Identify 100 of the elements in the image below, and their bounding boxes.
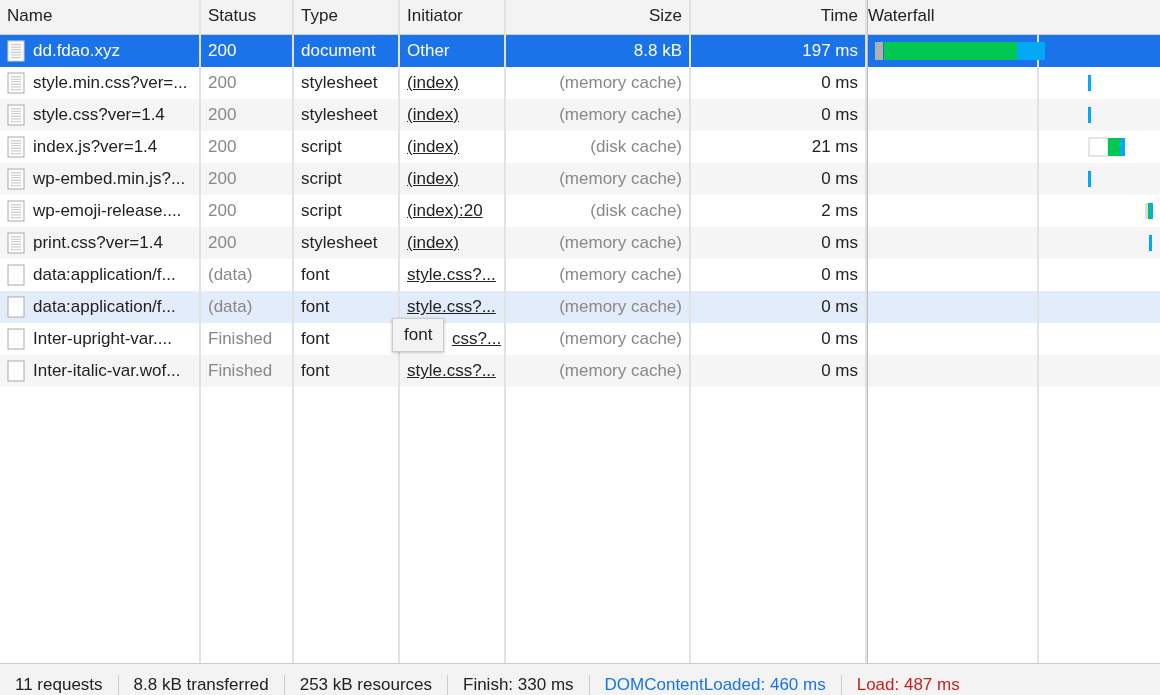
request-row[interactable]: Inter-italic-var.wof... Finished font style.css?... (memory cache) 0 ms [0, 355, 1160, 387]
type-text: stylesheet [301, 104, 378, 127]
column-header[interactable]: Size [648, 3, 682, 29]
status-text: (data) [208, 296, 253, 319]
size-text: (disk cache) [590, 136, 682, 159]
initiator-link[interactable]: (index) [407, 70, 459, 96]
column-header[interactable]: Status [208, 3, 257, 29]
initiator-link[interactable]: style.css?... [407, 358, 496, 384]
type-text: stylesheet [301, 232, 378, 255]
document-icon [7, 200, 25, 222]
type-text: font [301, 264, 330, 287]
initiator-link[interactable]: (index) [407, 166, 459, 192]
time-text: 0 ms [821, 232, 858, 255]
tooltip: font [392, 318, 445, 352]
size-text: (memory cache) [559, 168, 682, 191]
type-text: script [301, 200, 342, 223]
status-summary: 253 kB resources [284, 674, 448, 695]
status-text: 200 [208, 168, 237, 191]
time-text: 0 ms [821, 104, 858, 127]
request-row[interactable]: print.css?ver=1.4 200 stylesheet (index) (memory cache) 0 ms [0, 227, 1160, 259]
column-header[interactable]: Time [820, 3, 858, 29]
status-summary: 8.8 kB transferred [118, 674, 285, 695]
request-name: print.css?ver=1.4 [33, 232, 163, 255]
request-name: Inter-upright-var.... [33, 328, 172, 351]
initiator-link[interactable]: style.css?... [407, 294, 496, 320]
document-icon [7, 232, 25, 254]
time-text: 0 ms [821, 264, 858, 287]
status-text: Finished [208, 360, 273, 383]
size-text: (memory cache) [559, 72, 682, 95]
status-text: 200 [208, 40, 237, 63]
time-text: 0 ms [821, 360, 858, 383]
type-text: stylesheet [301, 72, 378, 95]
timing-bar [1149, 235, 1152, 251]
document-icon [7, 104, 25, 126]
size-text: (memory cache) [559, 232, 682, 255]
request-name: dd.fdao.xyz [33, 40, 120, 63]
type-text: script [301, 136, 342, 159]
request-name: data:application/f... [33, 296, 176, 319]
timing-bar [1088, 171, 1091, 187]
request-name: wp-embed.min.js?... [33, 168, 186, 191]
request-name: index.js?ver=1.4 [33, 136, 158, 159]
initiator-link[interactable]: (index):20 [407, 198, 483, 224]
status-text: 200 [208, 136, 237, 159]
status-text: 200 [208, 72, 237, 95]
request-row[interactable]: data:application/f... (data) font style.css?... (memory cache) 0 ms [0, 291, 1160, 323]
document-icon [7, 168, 25, 190]
status-summary: Finish: 330 ms [448, 674, 590, 695]
time-text: 197 ms [802, 40, 858, 63]
column-header[interactable]: Initiator [407, 3, 463, 29]
type-text: script [301, 168, 342, 191]
request-row[interactable]: style.css?ver=1.4 200 stylesheet (index) (memory cache) 0 ms [0, 99, 1160, 131]
size-text: (memory cache) [559, 104, 682, 127]
document-icon [7, 40, 25, 62]
time-text: 2 ms [821, 200, 858, 223]
column-header[interactable]: Waterfall [868, 3, 935, 29]
document-icon [7, 72, 25, 94]
column-header[interactable]: Name [7, 3, 53, 29]
size-text: (memory cache) [559, 328, 682, 351]
time-text: 0 ms [821, 168, 858, 191]
time-text: 0 ms [821, 72, 858, 95]
status-text: 200 [208, 104, 237, 127]
request-name: style.css?ver=1.4 [33, 104, 165, 127]
size-text: (memory cache) [559, 264, 682, 287]
initiator-link[interactable]: css?... [452, 326, 502, 352]
status-summary: 11 requests [0, 674, 119, 695]
initiator-link[interactable]: (index) [407, 102, 459, 128]
request-row[interactable]: dd.fdao.xyz 200 document Other 8.8 kB 197 ms [0, 35, 1160, 67]
status-text: (data) [208, 264, 253, 287]
blank-file-icon [7, 264, 25, 286]
request-name: wp-emoji-release.... [33, 200, 182, 223]
blank-file-icon [7, 360, 25, 382]
status-text: 200 [208, 200, 237, 223]
timing-bar [1145, 203, 1153, 219]
type-text: font [301, 328, 330, 351]
column-header[interactable]: Type [301, 3, 338, 29]
timing-bar [1088, 75, 1091, 91]
status-summary: Load: 487 ms [855, 674, 961, 695]
request-name: style.min.css?ver=... [33, 72, 188, 95]
timing-bar [1088, 137, 1125, 157]
blank-file-icon [7, 296, 25, 318]
time-text: 21 ms [811, 136, 858, 159]
time-text: 0 ms [821, 296, 858, 319]
size-text: 8.8 kB [633, 40, 682, 63]
time-text: 0 ms [821, 328, 858, 351]
size-text: (disk cache) [590, 200, 682, 223]
status-text: Finished [208, 328, 273, 351]
initiator-link[interactable]: style.css?... [407, 262, 496, 288]
initiator-link[interactable]: (index) [407, 134, 459, 160]
status-summary: DOMContentLoaded: 460 ms [589, 674, 842, 695]
size-text: (memory cache) [559, 360, 682, 383]
type-text: document [301, 40, 376, 63]
request-name: data:application/f... [33, 264, 176, 287]
status-text: 200 [208, 232, 237, 255]
blank-file-icon [7, 328, 25, 350]
type-text: font [301, 360, 330, 383]
document-icon [7, 136, 25, 158]
size-text: (memory cache) [559, 296, 682, 319]
type-text: font [301, 296, 330, 319]
initiator-link[interactable]: (index) [407, 230, 459, 256]
request-row[interactable]: wp-embed.min.js?... 200 script (index) (memory cache) 0 ms [0, 163, 1160, 195]
